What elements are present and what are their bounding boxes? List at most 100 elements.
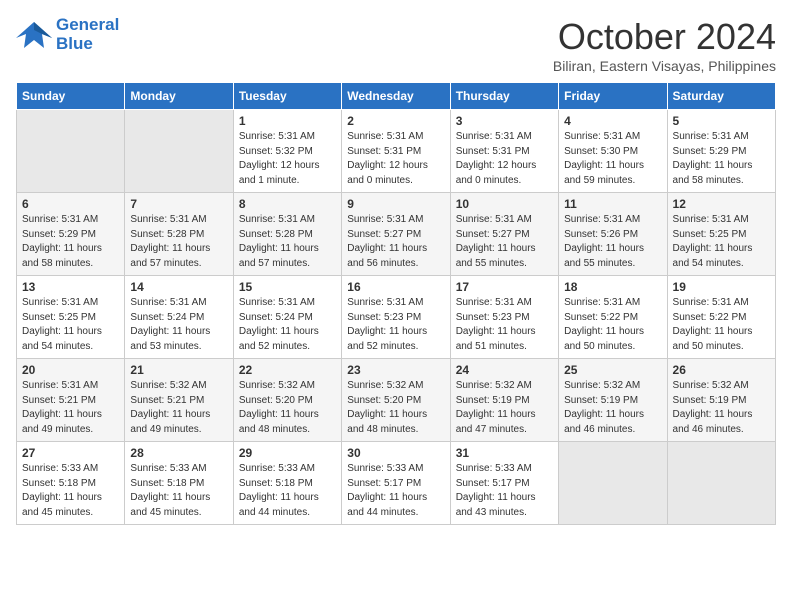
title-block: October 2024 Biliran, Eastern Visayas, P… [553, 16, 776, 74]
day-detail: Sunrise: 5:33 AMSunset: 5:18 PMDaylight:… [239, 463, 319, 518]
calendar-cell: 21 Sunrise: 5:32 AMSunset: 5:21 PMDaylig… [125, 359, 233, 442]
calendar-cell: 14 Sunrise: 5:31 AMSunset: 5:24 PMDaylig… [125, 276, 233, 359]
day-detail: Sunrise: 5:31 AMSunset: 5:22 PMDaylight:… [673, 297, 753, 352]
calendar-cell: 12 Sunrise: 5:31 AMSunset: 5:25 PMDaylig… [667, 193, 775, 276]
day-detail: Sunrise: 5:31 AMSunset: 5:30 PMDaylight:… [564, 131, 644, 186]
calendar-cell [125, 110, 233, 193]
day-number: 27 [22, 446, 119, 460]
calendar-cell: 18 Sunrise: 5:31 AMSunset: 5:22 PMDaylig… [559, 276, 667, 359]
day-number: 11 [564, 197, 661, 211]
day-detail: Sunrise: 5:31 AMSunset: 5:25 PMDaylight:… [22, 297, 102, 352]
calendar-cell: 29 Sunrise: 5:33 AMSunset: 5:18 PMDaylig… [233, 442, 341, 525]
day-detail: Sunrise: 5:31 AMSunset: 5:24 PMDaylight:… [239, 297, 319, 352]
day-number: 21 [130, 363, 227, 377]
calendar-week-1: 1 Sunrise: 5:31 AMSunset: 5:32 PMDayligh… [17, 110, 776, 193]
day-number: 26 [673, 363, 770, 377]
day-number: 19 [673, 280, 770, 294]
day-number: 3 [456, 114, 553, 128]
day-number: 13 [22, 280, 119, 294]
day-detail: Sunrise: 5:31 AMSunset: 5:29 PMDaylight:… [22, 214, 102, 269]
calendar-cell: 9 Sunrise: 5:31 AMSunset: 5:27 PMDayligh… [342, 193, 450, 276]
day-detail: Sunrise: 5:31 AMSunset: 5:28 PMDaylight:… [130, 214, 210, 269]
day-detail: Sunrise: 5:31 AMSunset: 5:23 PMDaylight:… [456, 297, 536, 352]
day-header-thursday: Thursday [450, 83, 558, 110]
calendar-table: SundayMondayTuesdayWednesdayThursdayFrid… [16, 82, 776, 525]
calendar-cell: 27 Sunrise: 5:33 AMSunset: 5:18 PMDaylig… [17, 442, 125, 525]
day-number: 12 [673, 197, 770, 211]
calendar-cell: 16 Sunrise: 5:31 AMSunset: 5:23 PMDaylig… [342, 276, 450, 359]
calendar-cell: 2 Sunrise: 5:31 AMSunset: 5:31 PMDayligh… [342, 110, 450, 193]
calendar-cell: 22 Sunrise: 5:32 AMSunset: 5:20 PMDaylig… [233, 359, 341, 442]
calendar-header: SundayMondayTuesdayWednesdayThursdayFrid… [17, 83, 776, 110]
day-detail: Sunrise: 5:32 AMSunset: 5:19 PMDaylight:… [456, 380, 536, 435]
day-number: 23 [347, 363, 444, 377]
calendar-cell: 4 Sunrise: 5:31 AMSunset: 5:30 PMDayligh… [559, 110, 667, 193]
day-number: 25 [564, 363, 661, 377]
calendar-cell [667, 442, 775, 525]
day-detail: Sunrise: 5:32 AMSunset: 5:20 PMDaylight:… [239, 380, 319, 435]
calendar-cell: 28 Sunrise: 5:33 AMSunset: 5:18 PMDaylig… [125, 442, 233, 525]
day-detail: Sunrise: 5:31 AMSunset: 5:24 PMDaylight:… [130, 297, 210, 352]
calendar-cell: 25 Sunrise: 5:32 AMSunset: 5:19 PMDaylig… [559, 359, 667, 442]
day-detail: Sunrise: 5:31 AMSunset: 5:27 PMDaylight:… [456, 214, 536, 269]
day-number: 14 [130, 280, 227, 294]
calendar-cell [17, 110, 125, 193]
calendar-cell: 17 Sunrise: 5:31 AMSunset: 5:23 PMDaylig… [450, 276, 558, 359]
calendar-cell: 31 Sunrise: 5:33 AMSunset: 5:17 PMDaylig… [450, 442, 558, 525]
day-number: 15 [239, 280, 336, 294]
logo: General Blue [16, 16, 119, 53]
day-number: 10 [456, 197, 553, 211]
day-detail: Sunrise: 5:32 AMSunset: 5:19 PMDaylight:… [673, 380, 753, 435]
day-detail: Sunrise: 5:33 AMSunset: 5:17 PMDaylight:… [456, 463, 536, 518]
day-detail: Sunrise: 5:33 AMSunset: 5:18 PMDaylight:… [22, 463, 102, 518]
calendar-cell: 15 Sunrise: 5:31 AMSunset: 5:24 PMDaylig… [233, 276, 341, 359]
day-header-tuesday: Tuesday [233, 83, 341, 110]
day-detail: Sunrise: 5:31 AMSunset: 5:25 PMDaylight:… [673, 214, 753, 269]
day-number: 29 [239, 446, 336, 460]
day-detail: Sunrise: 5:32 AMSunset: 5:21 PMDaylight:… [130, 380, 210, 435]
day-detail: Sunrise: 5:31 AMSunset: 5:27 PMDaylight:… [347, 214, 427, 269]
day-detail: Sunrise: 5:33 AMSunset: 5:18 PMDaylight:… [130, 463, 210, 518]
calendar-cell: 11 Sunrise: 5:31 AMSunset: 5:26 PMDaylig… [559, 193, 667, 276]
logo-icon [16, 20, 52, 50]
calendar-cell: 10 Sunrise: 5:31 AMSunset: 5:27 PMDaylig… [450, 193, 558, 276]
day-detail: Sunrise: 5:31 AMSunset: 5:23 PMDaylight:… [347, 297, 427, 352]
day-detail: Sunrise: 5:31 AMSunset: 5:29 PMDaylight:… [673, 131, 753, 186]
calendar-cell: 5 Sunrise: 5:31 AMSunset: 5:29 PMDayligh… [667, 110, 775, 193]
subtitle: Biliran, Eastern Visayas, Philippines [553, 58, 776, 74]
day-number: 31 [456, 446, 553, 460]
calendar-cell [559, 442, 667, 525]
day-number: 20 [22, 363, 119, 377]
calendar-cell: 1 Sunrise: 5:31 AMSunset: 5:32 PMDayligh… [233, 110, 341, 193]
day-detail: Sunrise: 5:33 AMSunset: 5:17 PMDaylight:… [347, 463, 427, 518]
day-header-saturday: Saturday [667, 83, 775, 110]
day-number: 24 [456, 363, 553, 377]
day-number: 1 [239, 114, 336, 128]
day-number: 2 [347, 114, 444, 128]
day-number: 7 [130, 197, 227, 211]
day-number: 4 [564, 114, 661, 128]
day-detail: Sunrise: 5:31 AMSunset: 5:28 PMDaylight:… [239, 214, 319, 269]
calendar-cell: 3 Sunrise: 5:31 AMSunset: 5:31 PMDayligh… [450, 110, 558, 193]
day-number: 22 [239, 363, 336, 377]
day-header-wednesday: Wednesday [342, 83, 450, 110]
day-header-monday: Monday [125, 83, 233, 110]
day-number: 5 [673, 114, 770, 128]
month-title: October 2024 [553, 16, 776, 58]
calendar-week-2: 6 Sunrise: 5:31 AMSunset: 5:29 PMDayligh… [17, 193, 776, 276]
calendar-cell: 7 Sunrise: 5:31 AMSunset: 5:28 PMDayligh… [125, 193, 233, 276]
day-number: 9 [347, 197, 444, 211]
day-detail: Sunrise: 5:31 AMSunset: 5:31 PMDaylight:… [347, 131, 428, 186]
day-detail: Sunrise: 5:31 AMSunset: 5:26 PMDaylight:… [564, 214, 644, 269]
day-number: 28 [130, 446, 227, 460]
day-number: 17 [456, 280, 553, 294]
calendar-cell: 24 Sunrise: 5:32 AMSunset: 5:19 PMDaylig… [450, 359, 558, 442]
calendar-week-3: 13 Sunrise: 5:31 AMSunset: 5:25 PMDaylig… [17, 276, 776, 359]
calendar-week-5: 27 Sunrise: 5:33 AMSunset: 5:18 PMDaylig… [17, 442, 776, 525]
day-number: 6 [22, 197, 119, 211]
day-detail: Sunrise: 5:32 AMSunset: 5:19 PMDaylight:… [564, 380, 644, 435]
page-header: General Blue October 2024 Biliran, Easte… [16, 16, 776, 74]
calendar-cell: 6 Sunrise: 5:31 AMSunset: 5:29 PMDayligh… [17, 193, 125, 276]
day-number: 30 [347, 446, 444, 460]
day-detail: Sunrise: 5:31 AMSunset: 5:32 PMDaylight:… [239, 131, 320, 186]
